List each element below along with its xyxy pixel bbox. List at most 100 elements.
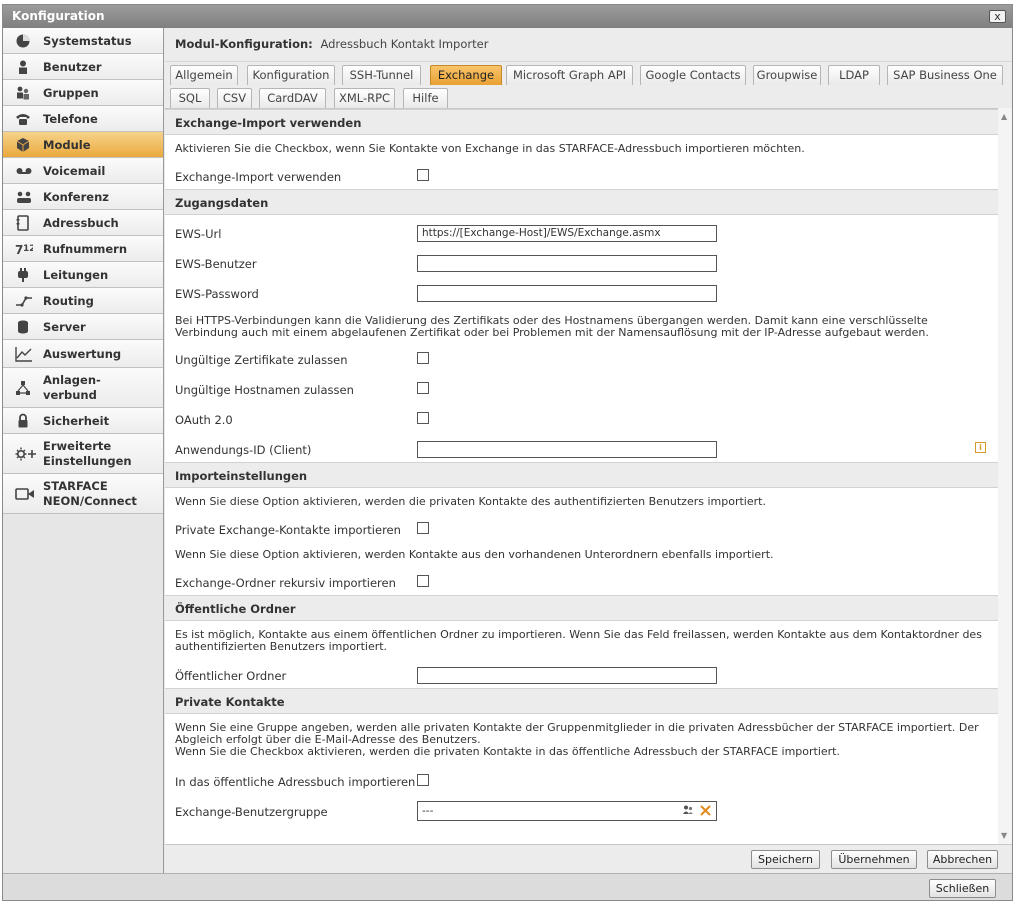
settings-plus-icon <box>15 446 36 462</box>
sidebar-item-anlagen-verbund[interactable]: Anlagen- verbund <box>3 368 163 408</box>
scroll-down-icon[interactable]: ▼ <box>1001 831 1007 840</box>
save-button[interactable]: Speichern <box>751 850 820 869</box>
tab-sap-business-one[interactable]: SAP Business One <box>887 65 1003 85</box>
addressbook-icon <box>15 215 33 231</box>
content-scrollbar[interactable]: ▲ ▼ <box>998 108 1012 844</box>
video-icon <box>15 486 34 502</box>
section-public-folders-header: Öffentliche Ordner <box>165 595 998 621</box>
sidebar-item-erweiterte-einstellungen[interactable]: Erweiterte Einstellungen <box>3 434 163 474</box>
window-bottom-bar: Schließen <box>3 873 1012 900</box>
oauth-checkbox[interactable] <box>417 412 429 424</box>
sidebar-item-sicherheit[interactable]: Sicherheit <box>3 408 163 434</box>
app-id-label: Anwendungs-ID (Client) <box>175 443 312 457</box>
window-close-icon[interactable]: x <box>989 10 1006 23</box>
info-icon[interactable]: i <box>975 442 986 453</box>
private-import-label: Private Exchange-Kontakte importieren <box>175 523 401 537</box>
sidebar-item-routing[interactable]: Routing <box>3 288 163 314</box>
tab-xml-rpc[interactable]: XML-RPC <box>334 88 395 108</box>
invalid-hosts-label: Ungültige Hostnamen zulassen <box>175 383 354 397</box>
sidebar-item-label: STARFACE NEON/Connect <box>43 479 137 508</box>
public-folders-description: Es ist möglich, Kontakte aus einem öffen… <box>175 628 982 653</box>
invalid-hosts-checkbox[interactable] <box>417 382 429 394</box>
sidebar-item-rufnummern[interactable]: 7 12 Rufnummern <box>3 236 163 262</box>
form-footer: Speichern Übernehmen Abbrechen <box>165 844 1012 873</box>
sidebar-item-auswertung[interactable]: Auswertung <box>3 340 163 368</box>
tab-hilfe[interactable]: Hilfe <box>403 88 448 108</box>
tab-allgemein[interactable]: Allgemein <box>170 65 238 85</box>
sidebar-item-gruppen[interactable]: Gruppen <box>3 80 163 106</box>
cancel-button[interactable]: Abbrechen <box>927 850 998 869</box>
conference-icon <box>15 189 33 205</box>
public-book-checkbox[interactable] <box>417 774 429 786</box>
app-id-input[interactable] <box>417 441 717 458</box>
sidebar-nav: Systemstatus Benutzer Gruppen Telefone Modul… <box>3 28 164 873</box>
tab-csv[interactable]: CSV <box>217 88 252 108</box>
exchange-import-description: Aktivieren Sie die Checkbox, wenn Sie Ko… <box>175 142 805 155</box>
sidebar-item-label: Adressbuch <box>43 215 119 230</box>
sidebar-item-label: Leitungen <box>43 267 109 282</box>
network-icon <box>15 380 33 396</box>
sidebar-item-label: Server <box>43 319 86 334</box>
tab-google-contacts[interactable]: Google Contacts <box>640 65 746 85</box>
sidebar-item-label: Module <box>43 137 91 152</box>
section-exchange-import-header: Exchange-Import verwenden <box>165 109 998 135</box>
sidebar-item-label: Voicemail <box>43 163 106 178</box>
tab-sql[interactable]: SQL <box>170 88 210 108</box>
private-import-description: Wenn Sie diese Option aktivieren, werden… <box>175 495 766 508</box>
sidebar-item-telefone[interactable]: Telefone <box>3 106 163 132</box>
scroll-up-icon[interactable]: ▲ <box>1001 112 1007 121</box>
recursive-import-description: Wenn Sie diese Option aktivieren, werden… <box>175 548 774 561</box>
module-header: Modul-Konfiguration: Adressbuch Kontakt … <box>165 28 1012 62</box>
tab-groupwise[interactable]: Groupwise <box>753 65 821 85</box>
user-icon <box>15 59 33 75</box>
exchange-import-label: Exchange-Import verwenden <box>175 170 342 184</box>
section-access-header: Zugangsdaten <box>165 189 998 215</box>
group-picker-icon[interactable] <box>682 804 694 816</box>
sidebar-item-voicemail[interactable]: Voicemail <box>3 158 163 184</box>
invalid-certs-label: Ungültige Zertifikate zulassen <box>175 353 348 367</box>
main-panel: Modul-Konfiguration: Adressbuch Kontakt … <box>165 28 1012 873</box>
tab-carddav[interactable]: CardDAV <box>259 88 326 108</box>
content-area: Exchange-Import verwenden Aktivieren Sie… <box>165 108 998 844</box>
tab-exchange[interactable]: Exchange <box>430 65 502 85</box>
sidebar-item-server[interactable]: Server <box>3 314 163 340</box>
tab-microsoft-graph-api[interactable]: Microsoft Graph API <box>506 65 633 85</box>
tab-konfiguration[interactable]: Konfiguration <box>247 65 335 85</box>
exchange-group-value: --- <box>422 805 434 817</box>
ews-user-input[interactable] <box>417 255 717 272</box>
close-button[interactable]: Schließen <box>929 879 996 898</box>
sidebar-item-konferenz[interactable]: Konferenz <box>3 184 163 210</box>
public-folder-input[interactable] <box>417 667 717 684</box>
window-title: Konfiguration <box>12 9 105 23</box>
module-header-key: Modul-Konfiguration: <box>175 37 313 51</box>
ews-url-input[interactable]: https://[Exchange-Host]/EWS/Exchange.asm… <box>417 225 717 242</box>
private-contacts-description: Wenn Sie eine Gruppe angeben, werden all… <box>175 721 979 758</box>
tab-ssh-tunnel[interactable]: SSH-Tunnel <box>342 65 421 85</box>
group-icon <box>15 85 33 101</box>
sidebar-item-leitungen[interactable]: Leitungen <box>3 262 163 288</box>
chart-icon <box>15 346 33 362</box>
public-book-label: In das öffentliche Adressbuch importiere… <box>175 775 416 789</box>
invalid-certs-checkbox[interactable] <box>417 352 429 364</box>
sidebar-item-benutzer[interactable]: Benutzer <box>3 54 163 80</box>
section-private-contacts-header: Private Kontakte <box>165 688 998 714</box>
sidebar-item-label: Benutzer <box>43 59 102 74</box>
module-header-value: Adressbuch Kontakt Importer <box>320 37 489 51</box>
tab-ldap[interactable]: LDAP <box>828 65 880 85</box>
sidebar-item-label: Gruppen <box>43 85 99 100</box>
sidebar-item-label: Sicherheit <box>43 413 110 428</box>
exchange-import-checkbox[interactable] <box>417 169 429 181</box>
private-import-checkbox[interactable] <box>417 522 429 534</box>
recursive-import-checkbox[interactable] <box>417 575 429 587</box>
apply-button[interactable]: Übernehmen <box>831 850 917 869</box>
ews-password-input[interactable] <box>417 285 717 302</box>
sidebar-item-label: Auswertung <box>43 346 122 361</box>
sidebar-item-starface-neon-connect[interactable]: STARFACE NEON/Connect <box>3 474 163 514</box>
clear-group-icon[interactable] <box>699 803 712 817</box>
sidebar-item-systemstatus[interactable]: Systemstatus <box>3 28 163 54</box>
exchange-group-select[interactable]: --- <box>417 801 717 821</box>
server-icon <box>15 319 33 335</box>
sidebar-item-label: Telefone <box>43 111 98 126</box>
sidebar-item-module[interactable]: Module <box>3 132 163 158</box>
sidebar-item-adressbuch[interactable]: Adressbuch <box>3 210 163 236</box>
